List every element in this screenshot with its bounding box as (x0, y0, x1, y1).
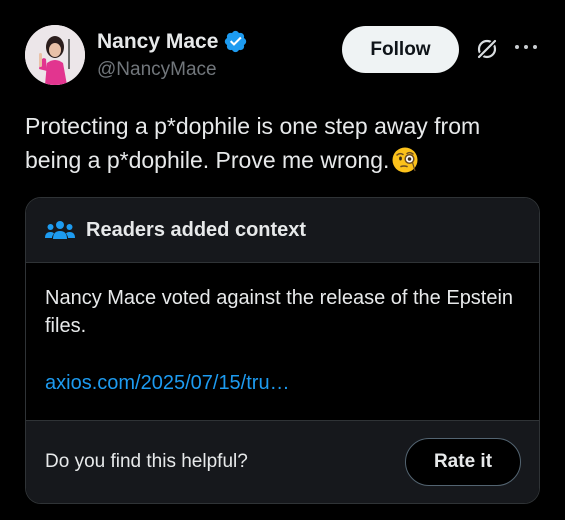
community-note-header: Readers added context (26, 198, 539, 263)
community-note: Readers added context Nancy Mace voted a… (25, 197, 540, 504)
avatar-photo (25, 25, 85, 85)
face-with-monocle-emoji-icon (392, 147, 418, 173)
community-note-footer: Do you find this helpful? Rate it (26, 420, 539, 503)
author-name[interactable]: Nancy Mace (97, 30, 218, 54)
community-note-body: Nancy Mace voted against the release of … (45, 287, 514, 337)
verified-badge-icon (225, 30, 247, 53)
rate-it-button[interactable]: Rate it (405, 438, 521, 486)
people-icon (45, 221, 75, 239)
grok-icon[interactable] (475, 37, 499, 61)
follow-button[interactable]: Follow (342, 26, 459, 73)
helpful-question: Do you find this helpful? (45, 451, 248, 472)
author-name-row[interactable]: Nancy Mace (97, 29, 248, 54)
avatar[interactable] (25, 25, 85, 85)
community-note-link[interactable]: axios.com/2025/07/15/tru… (45, 372, 290, 395)
more-options-icon[interactable] (513, 35, 539, 59)
post-text-container: Protecting a p*dophile is one step away … (25, 109, 540, 177)
community-note-title: Readers added context (86, 218, 307, 241)
author-handle[interactable]: @NancyMace (97, 59, 217, 81)
